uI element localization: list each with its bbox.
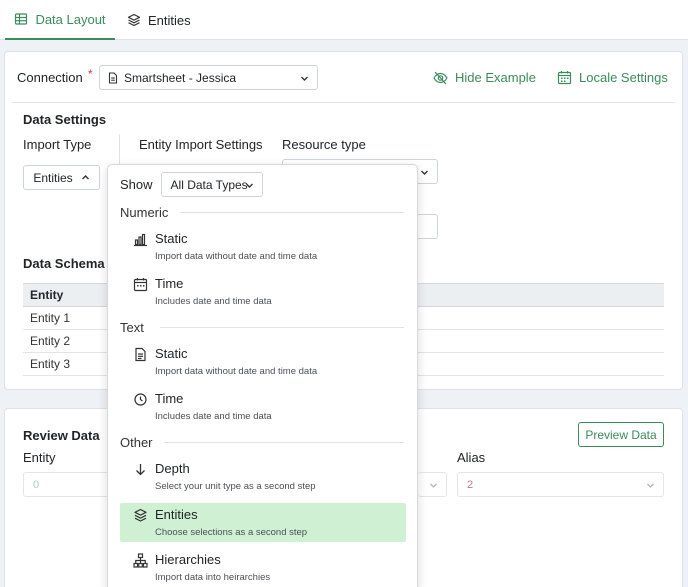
import-type-button[interactable]: Entities [23,165,100,190]
option-text-static[interactable]: Static Import data without date and time… [120,342,406,381]
entity-import-settings-label: Entity Import Settings [139,137,263,152]
table-icon [14,12,28,26]
calendar-icon [133,277,148,292]
mid-select[interactable] [418,472,447,497]
chevron-down-icon [300,74,309,83]
layers-icon [127,13,141,27]
data-schema-title: Data Schema E [23,256,117,271]
import-type-dropdown: Show All Data Types Numeric Static Impor… [107,164,418,587]
required-mark: * [88,67,93,81]
chevron-down-icon [429,481,438,490]
option-text-time[interactable]: Time Includes date and time data [120,387,406,426]
option-title: Entities [155,507,198,522]
tab-bar: Data Layout Entities [0,0,688,40]
resource-type-label: Resource type [282,137,366,152]
option-desc: Choose selections as a second step [155,527,308,538]
chevron-down-icon [646,481,655,490]
group-label-other: Other [120,435,153,450]
clock-icon [133,392,148,407]
option-desc: Import data without date and time data [155,366,318,377]
option-numeric-time[interactable]: Time Includes date and time data [120,272,406,311]
group-label-text: Text [120,320,144,335]
arrow-down-icon [133,462,148,477]
option-title: Static [155,231,188,246]
tab-label: Data Layout [35,11,106,27]
option-title: Time [155,276,184,291]
entity-select[interactable]: 0 [23,472,118,497]
chevron-down-icon [420,168,429,177]
hide-example-label: Hide Example [455,70,536,85]
bar-chart-icon [133,232,148,247]
show-filter-select[interactable]: All Data Types [160,172,263,197]
chevron-down-icon [245,181,254,190]
document-icon [133,347,148,362]
file-icon [108,71,118,84]
option-depth[interactable]: Depth Select your unit type as a second … [120,457,406,496]
preview-data-label: Preview Data [585,427,657,442]
group-divider [164,442,404,443]
vertical-divider [119,134,120,164]
option-title: Time [155,391,184,406]
show-filter-value: All Data Types [170,177,248,192]
alias-select[interactable]: 2 [457,472,664,497]
show-filter-row: Show All Data Types [120,172,263,197]
alias-select-value: 2 [467,478,474,491]
tab-entities[interactable]: Entities [127,0,191,40]
entity-select-value: 0 [33,478,40,491]
chevron-up-icon [81,173,90,182]
data-settings-title: Data Settings [23,112,107,127]
connection-label: Connection [17,70,83,85]
option-desc: Import data without date and time data [155,251,318,262]
locale-settings-link[interactable]: Locale Settings [557,70,668,85]
option-desc: Includes date and time data [155,411,272,422]
group-divider [160,327,404,328]
divider [12,102,675,103]
locale-settings-label: Locale Settings [579,70,668,85]
import-type-value: Entities [33,170,73,185]
preview-data-button[interactable]: Preview Data [578,422,664,447]
option-desc: Import data into heirarchies [155,572,271,583]
option-title: Depth [155,461,190,476]
show-label: Show [120,177,153,192]
option-title: Hierarchies [155,552,221,567]
option-entities[interactable]: Entities Choose selections as a second s… [120,503,406,542]
connection-value: Smartsheet - Jessica [124,70,237,85]
alias-label: Alias [457,450,486,465]
connection-select[interactable]: Smartsheet - Jessica [99,65,318,90]
option-numeric-static[interactable]: Static Import data without date and time… [120,227,406,266]
import-type-label: Import Type [23,137,92,152]
tab-data-layout[interactable]: Data Layout [5,0,115,40]
option-hierarchies[interactable]: Hierarchies Import data into heirarchies [120,548,406,587]
option-desc: Select your unit type as a second step [155,481,316,492]
eye-slash-icon [433,71,448,85]
layers-icon [133,508,148,523]
group-label-numeric: Numeric [120,205,169,220]
hide-example-link[interactable]: Hide Example [433,70,536,85]
group-divider [180,212,404,213]
entity-label: Entity [23,450,56,465]
review-data-title: Review Data [23,428,100,443]
hierarchy-icon [133,553,148,568]
tab-label: Entities [148,12,191,28]
calendar-grid-icon [557,70,572,85]
option-desc: Includes date and time data [155,296,272,307]
option-title: Static [155,346,188,361]
